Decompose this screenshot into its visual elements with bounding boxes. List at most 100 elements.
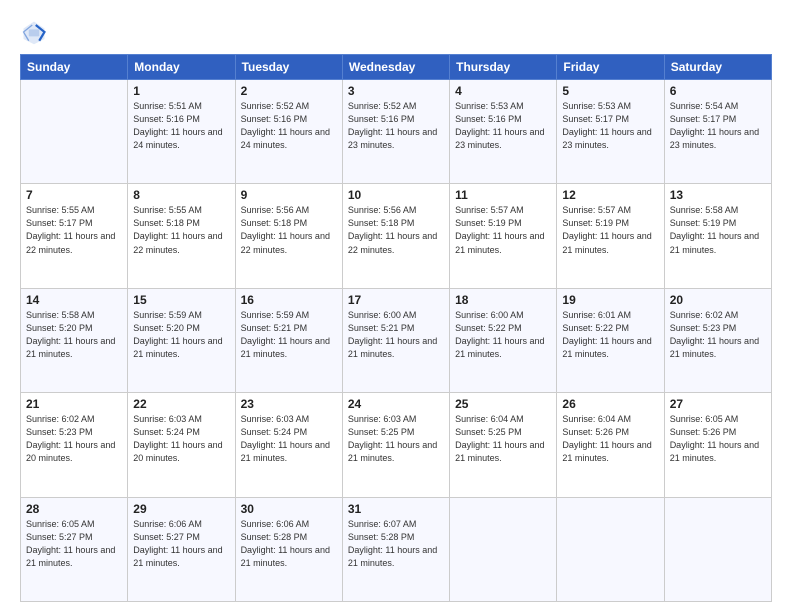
calendar-cell: 29 Sunrise: 6:06 AMSunset: 5:27 PMDayligh… xyxy=(128,497,235,601)
day-detail: Sunrise: 5:56 AMSunset: 5:18 PMDaylight:… xyxy=(241,204,337,256)
calendar-cell: 13 Sunrise: 5:58 AMSunset: 5:19 PMDayligh… xyxy=(664,184,771,288)
day-number: 12 xyxy=(562,188,658,202)
day-detail: Sunrise: 5:58 AMSunset: 5:20 PMDaylight:… xyxy=(26,309,122,361)
header xyxy=(20,18,772,46)
calendar-cell: 30 Sunrise: 6:06 AMSunset: 5:28 PMDayligh… xyxy=(235,497,342,601)
calendar-table: SundayMondayTuesdayWednesdayThursdayFrid… xyxy=(20,54,772,602)
calendar-cell: 21 Sunrise: 6:02 AMSunset: 5:23 PMDayligh… xyxy=(21,393,128,497)
calendar-cell: 6 Sunrise: 5:54 AMSunset: 5:17 PMDaylight… xyxy=(664,80,771,184)
calendar-week-row: 7 Sunrise: 5:55 AMSunset: 5:17 PMDaylight… xyxy=(21,184,772,288)
calendar-cell: 26 Sunrise: 6:04 AMSunset: 5:26 PMDayligh… xyxy=(557,393,664,497)
calendar-cell: 14 Sunrise: 5:58 AMSunset: 5:20 PMDayligh… xyxy=(21,288,128,392)
day-detail: Sunrise: 5:54 AMSunset: 5:17 PMDaylight:… xyxy=(670,100,766,152)
day-number: 13 xyxy=(670,188,766,202)
day-number: 29 xyxy=(133,502,229,516)
calendar-cell: 19Sunrise: 6:01 AMSunset: 5:22 PMDayligh… xyxy=(557,288,664,392)
calendar-cell xyxy=(557,497,664,601)
day-detail: Sunrise: 5:51 AMSunset: 5:16 PMDaylight:… xyxy=(133,100,229,152)
day-detail: Sunrise: 6:06 AMSunset: 5:28 PMDaylight:… xyxy=(241,518,337,570)
day-number: 9 xyxy=(241,188,337,202)
day-detail: Sunrise: 6:07 AMSunset: 5:28 PMDaylight:… xyxy=(348,518,444,570)
day-number: 26 xyxy=(562,397,658,411)
day-detail: Sunrise: 6:04 AMSunset: 5:25 PMDaylight:… xyxy=(455,413,551,465)
day-number: 31 xyxy=(348,502,444,516)
day-detail: Sunrise: 6:05 AMSunset: 5:27 PMDaylight:… xyxy=(26,518,122,570)
calendar-cell: 7 Sunrise: 5:55 AMSunset: 5:17 PMDaylight… xyxy=(21,184,128,288)
day-number: 8 xyxy=(133,188,229,202)
day-number: 27 xyxy=(670,397,766,411)
calendar-week-row: 28 Sunrise: 6:05 AMSunset: 5:27 PMDayligh… xyxy=(21,497,772,601)
day-detail: Sunrise: 5:59 AMSunset: 5:20 PMDaylight:… xyxy=(133,309,229,361)
day-number: 20 xyxy=(670,293,766,307)
day-number: 17 xyxy=(348,293,444,307)
day-detail: Sunrise: 6:06 AMSunset: 5:27 PMDaylight:… xyxy=(133,518,229,570)
calendar-cell: 27 Sunrise: 6:05 AMSunset: 5:26 PMDayligh… xyxy=(664,393,771,497)
calendar-cell: 10Sunrise: 5:56 AMSunset: 5:18 PMDayligh… xyxy=(342,184,449,288)
calendar-cell: 24 Sunrise: 6:03 AMSunset: 5:25 PMDayligh… xyxy=(342,393,449,497)
calendar-header-sunday: Sunday xyxy=(21,55,128,80)
day-detail: Sunrise: 6:03 AMSunset: 5:25 PMDaylight:… xyxy=(348,413,444,465)
calendar-week-row: 14 Sunrise: 5:58 AMSunset: 5:20 PMDayligh… xyxy=(21,288,772,392)
day-detail: Sunrise: 5:59 AMSunset: 5:21 PMDaylight:… xyxy=(241,309,337,361)
calendar-header-thursday: Thursday xyxy=(450,55,557,80)
calendar-cell: 20 Sunrise: 6:02 AMSunset: 5:23 PMDayligh… xyxy=(664,288,771,392)
day-number: 25 xyxy=(455,397,551,411)
day-detail: Sunrise: 5:52 AMSunset: 5:16 PMDaylight:… xyxy=(241,100,337,152)
day-detail: Sunrise: 6:01 AMSunset: 5:22 PMDaylight:… xyxy=(562,309,658,361)
calendar-cell: 17 Sunrise: 6:00 AMSunset: 5:21 PMDayligh… xyxy=(342,288,449,392)
day-number: 30 xyxy=(241,502,337,516)
day-detail: Sunrise: 6:02 AMSunset: 5:23 PMDaylight:… xyxy=(670,309,766,361)
day-number: 24 xyxy=(348,397,444,411)
logo-icon xyxy=(20,18,48,46)
day-detail: Sunrise: 5:52 AMSunset: 5:16 PMDaylight:… xyxy=(348,100,444,152)
calendar-cell xyxy=(21,80,128,184)
calendar-cell: 18 Sunrise: 6:00 AMSunset: 5:22 PMDayligh… xyxy=(450,288,557,392)
calendar-header-monday: Monday xyxy=(128,55,235,80)
day-detail: Sunrise: 5:53 AMSunset: 5:16 PMDaylight:… xyxy=(455,100,551,152)
page: SundayMondayTuesdayWednesdayThursdayFrid… xyxy=(0,0,792,612)
day-number: 1 xyxy=(133,84,229,98)
logo xyxy=(20,18,52,46)
calendar-cell: 28 Sunrise: 6:05 AMSunset: 5:27 PMDayligh… xyxy=(21,497,128,601)
day-detail: Sunrise: 6:00 AMSunset: 5:22 PMDaylight:… xyxy=(455,309,551,361)
calendar-cell: 9 Sunrise: 5:56 AMSunset: 5:18 PMDaylight… xyxy=(235,184,342,288)
day-number: 18 xyxy=(455,293,551,307)
day-detail: Sunrise: 5:55 AMSunset: 5:18 PMDaylight:… xyxy=(133,204,229,256)
day-detail: Sunrise: 5:55 AMSunset: 5:17 PMDaylight:… xyxy=(26,204,122,256)
day-number: 6 xyxy=(670,84,766,98)
calendar-cell: 23Sunrise: 6:03 AMSunset: 5:24 PMDayligh… xyxy=(235,393,342,497)
day-number: 3 xyxy=(348,84,444,98)
day-detail: Sunrise: 6:03 AMSunset: 5:24 PMDaylight:… xyxy=(133,413,229,465)
day-detail: Sunrise: 5:53 AMSunset: 5:17 PMDaylight:… xyxy=(562,100,658,152)
calendar-cell: 12 Sunrise: 5:57 AMSunset: 5:19 PMDayligh… xyxy=(557,184,664,288)
day-number: 28 xyxy=(26,502,122,516)
day-detail: Sunrise: 6:04 AMSunset: 5:26 PMDaylight:… xyxy=(562,413,658,465)
day-detail: Sunrise: 5:56 AMSunset: 5:18 PMDaylight:… xyxy=(348,204,444,256)
calendar-cell: 25 Sunrise: 6:04 AMSunset: 5:25 PMDayligh… xyxy=(450,393,557,497)
calendar-cell: 22 Sunrise: 6:03 AMSunset: 5:24 PMDayligh… xyxy=(128,393,235,497)
calendar-cell: 8 Sunrise: 5:55 AMSunset: 5:18 PMDaylight… xyxy=(128,184,235,288)
day-detail: Sunrise: 6:03 AMSunset: 5:24 PMDaylight:… xyxy=(241,413,337,465)
calendar-header-row: SundayMondayTuesdayWednesdayThursdayFrid… xyxy=(21,55,772,80)
day-number: 7 xyxy=(26,188,122,202)
day-detail: Sunrise: 6:02 AMSunset: 5:23 PMDaylight:… xyxy=(26,413,122,465)
calendar-cell: 31 Sunrise: 6:07 AMSunset: 5:28 PMDayligh… xyxy=(342,497,449,601)
calendar-cell: 4Sunrise: 5:53 AMSunset: 5:16 PMDaylight… xyxy=(450,80,557,184)
day-number: 14 xyxy=(26,293,122,307)
calendar-header-tuesday: Tuesday xyxy=(235,55,342,80)
day-number: 21 xyxy=(26,397,122,411)
day-number: 5 xyxy=(562,84,658,98)
day-detail: Sunrise: 6:05 AMSunset: 5:26 PMDaylight:… xyxy=(670,413,766,465)
calendar-cell: 1 Sunrise: 5:51 AMSunset: 5:16 PMDaylight… xyxy=(128,80,235,184)
day-detail: Sunrise: 6:00 AMSunset: 5:21 PMDaylight:… xyxy=(348,309,444,361)
calendar-header-saturday: Saturday xyxy=(664,55,771,80)
calendar-cell xyxy=(664,497,771,601)
day-detail: Sunrise: 5:57 AMSunset: 5:19 PMDaylight:… xyxy=(455,204,551,256)
day-number: 22 xyxy=(133,397,229,411)
day-number: 16 xyxy=(241,293,337,307)
calendar-cell: 11Sunrise: 5:57 AMSunset: 5:19 PMDayligh… xyxy=(450,184,557,288)
day-detail: Sunrise: 5:58 AMSunset: 5:19 PMDaylight:… xyxy=(670,204,766,256)
calendar-week-row: 1 Sunrise: 5:51 AMSunset: 5:16 PMDaylight… xyxy=(21,80,772,184)
day-detail: Sunrise: 5:57 AMSunset: 5:19 PMDaylight:… xyxy=(562,204,658,256)
calendar-cell xyxy=(450,497,557,601)
